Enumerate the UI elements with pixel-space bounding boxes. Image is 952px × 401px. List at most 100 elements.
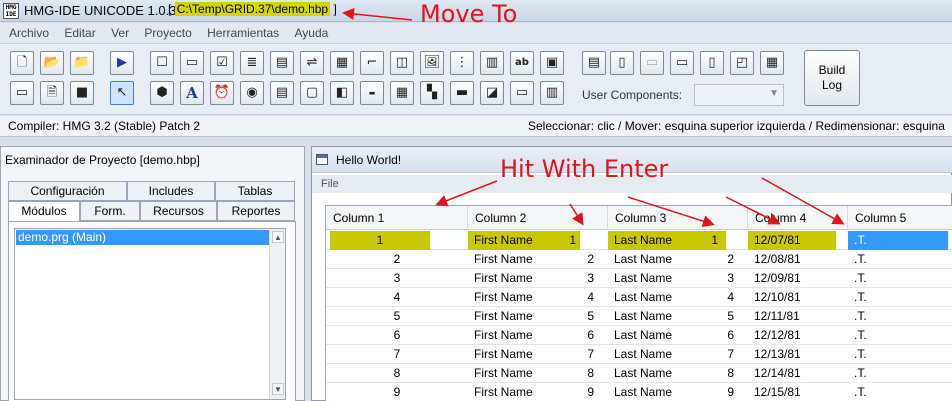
list-item[interactable]: demo.prg (Main) (16, 230, 269, 245)
cell-flag[interactable]: .T. (848, 288, 952, 307)
cell-last-name[interactable]: Last Name (608, 288, 708, 307)
cell-flag[interactable]: .T. (848, 307, 952, 326)
cell-flag[interactable]: .T. (848, 345, 952, 364)
menu-proyecto[interactable]: Proyecto (144, 23, 191, 40)
cell-last-num[interactable]: 9 (708, 383, 748, 401)
new-file-icon[interactable]: 🗋 (10, 51, 34, 75)
menu-ayuda[interactable]: Ayuda (295, 23, 329, 40)
cell-last-name[interactable]: Last Name (608, 383, 708, 401)
table-row[interactable]: 5 First Name 5 Last Name 5 12/11/81 .T. (326, 307, 952, 326)
edit-box-icon[interactable]: ▭ (670, 51, 694, 75)
player-icon[interactable]: ◰ (730, 51, 754, 75)
cell-first-name[interactable]: First Name (468, 364, 568, 383)
cell-last-num[interactable]: 2 (708, 250, 748, 269)
cell-last-name[interactable]: Last Name (608, 269, 708, 288)
tab-recursos[interactable]: Recursos (140, 201, 217, 221)
frame-icon[interactable]: ☐ (150, 51, 174, 75)
tab-form[interactable]: Form. (80, 201, 140, 221)
cell-first-num[interactable]: 9 (568, 383, 608, 401)
font-icon[interactable]: A (180, 81, 204, 105)
cell-last-name[interactable]: Last Name (608, 250, 708, 269)
cell-first-num[interactable]: 1 (561, 231, 578, 250)
table-row[interactable]: 3 First Name 3 Last Name 3 12/09/81 .T. (326, 269, 952, 288)
cell-last-num[interactable]: 8 (708, 364, 748, 383)
checkbox-icon[interactable]: ☑ (210, 51, 234, 75)
run-icon[interactable]: ▶ (110, 51, 134, 75)
combobox-icon[interactable]: ▤ (270, 51, 294, 75)
stop-icon[interactable]: ■ (70, 81, 94, 105)
radio-icon[interactable]: ◉ (240, 81, 264, 105)
timer-clock-icon[interactable]: ⏰ (210, 81, 234, 105)
table-row[interactable]: 7 First Name 7 Last Name 7 12/13/81 .T. (326, 345, 952, 364)
cell-first-num[interactable]: 4 (568, 288, 608, 307)
label-icon[interactable]: ab (510, 51, 534, 75)
grid-icon[interactable]: ▦ (330, 51, 354, 75)
cell-first-name[interactable]: First Name (468, 326, 568, 345)
progress-icon[interactable]: ⌐ (360, 51, 384, 75)
cell-last-name[interactable]: Last Name (608, 231, 712, 250)
cell-first-num[interactable]: 8 (568, 364, 608, 383)
spinner-icon[interactable]: ⇌ (300, 51, 324, 75)
cell-first-name[interactable]: First Name (468, 307, 568, 326)
cell-id[interactable]: 8 (326, 364, 468, 383)
timer-icon[interactable]: ▯ (700, 51, 724, 75)
rich-edit-icon[interactable]: ▤ (270, 81, 294, 105)
scroll-down-icon[interactable]: ▼ (272, 383, 284, 395)
grid3-icon[interactable]: ▭ (510, 81, 534, 105)
monthcal-icon[interactable]: ▦ (760, 51, 784, 75)
cell-flag[interactable]: .T. (848, 364, 952, 383)
cell-id[interactable]: 4 (326, 288, 468, 307)
image-icon[interactable]: 🖼 (420, 51, 444, 75)
cell-first-name[interactable]: First Name (468, 250, 568, 269)
menu-editar[interactable]: Editar (64, 23, 95, 40)
cell-id[interactable]: 2 (326, 250, 468, 269)
pointer-icon[interactable]: ↖ (110, 81, 134, 105)
cell-date[interactable]: 12/12/81 (748, 326, 848, 345)
cell-last-name[interactable]: Last Name (608, 345, 708, 364)
tab-modulos[interactable]: Módulos (8, 201, 80, 222)
grid-header-column-1[interactable]: Column 1 (326, 206, 468, 230)
cell-flag[interactable]: .T. (848, 231, 948, 250)
build-log-button[interactable]: Build Log (804, 50, 860, 106)
editbox-icon[interactable]: ◫ (390, 51, 414, 75)
cell-last-num[interactable]: 5 (708, 307, 748, 326)
cell-flag[interactable]: .T. (848, 326, 952, 345)
cell-date[interactable]: 12/15/81 (748, 383, 848, 401)
tab-configuracion[interactable]: Configuración (8, 181, 127, 201)
frame-box-icon[interactable]: ▢ (300, 81, 324, 105)
cell-first-num[interactable]: 5 (568, 307, 608, 326)
open-folder-icon[interactable]: 📂 (40, 51, 64, 75)
menu-ver[interactable]: Ver (111, 23, 129, 40)
button-icon[interactable]: ▭ (180, 51, 204, 75)
cell-first-name[interactable]: First Name (468, 383, 568, 401)
cell-last-name[interactable]: Last Name (608, 326, 708, 345)
menu-archivo[interactable]: Archivo (9, 23, 49, 40)
cell-date[interactable]: 12/14/81 (748, 364, 848, 383)
cell-id[interactable]: 3 (326, 269, 468, 288)
animate-icon[interactable]: ▚ (420, 81, 444, 105)
datepicker-icon[interactable]: ▥ (480, 51, 504, 75)
table-row[interactable]: 1 First Name 1 Last Name 1 12/07/81 .T. (326, 231, 952, 250)
form-menu-file[interactable]: File (321, 178, 339, 190)
activex-icon[interactable]: ⬢ (150, 81, 174, 105)
cell-flag[interactable]: .T. (848, 269, 952, 288)
browse-icon[interactable]: ▤ (582, 51, 606, 75)
cell-first-name[interactable]: First Name (468, 345, 568, 364)
cell-flag[interactable]: .T. (848, 250, 952, 269)
cell-last-num[interactable]: 4 (708, 288, 748, 307)
cell-date[interactable]: 12/10/81 (748, 288, 848, 307)
data-grid[interactable]: Column 1 Column 2 Column 3 Column 4 Colu… (325, 205, 952, 401)
window-icon[interactable]: ▭ (10, 81, 34, 105)
grid-header-column-2[interactable]: Column 2 (468, 206, 608, 230)
grid-header-column-5[interactable]: Column 5 (848, 206, 952, 230)
cell-first-num[interactable]: 6 (568, 326, 608, 345)
select-all-icon[interactable]: ▥ (540, 81, 564, 105)
cell-date[interactable]: 12/08/81 (748, 250, 848, 269)
cell-first-num[interactable]: 7 (568, 345, 608, 364)
cell-id[interactable]: 5 (326, 307, 468, 326)
tab-tablas[interactable]: Tablas (215, 181, 295, 201)
cell-date[interactable]: 12/09/81 (748, 269, 848, 288)
cell-first-num[interactable]: 2 (568, 250, 608, 269)
document-icon[interactable]: 🗎 (40, 81, 64, 105)
table-row[interactable]: 8 First Name 8 Last Name 8 12/14/81 .T. (326, 364, 952, 383)
